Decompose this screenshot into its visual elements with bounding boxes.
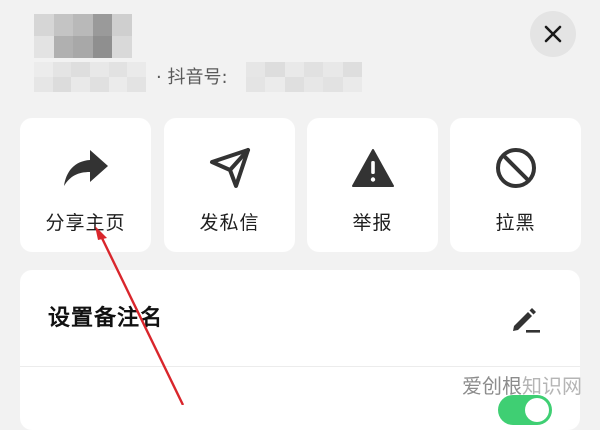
mosaic-pixel [265,77,285,92]
profile-subtitle-blurred [34,62,146,92]
mosaic-pixel [71,77,90,92]
close-icon [544,25,562,43]
set-remark-row[interactable]: 设置备注名 [20,270,580,366]
mosaic-pixel [127,77,146,92]
mosaic-pixel [52,62,72,77]
mosaic-pixel [53,14,74,36]
mosaic-pixel [34,77,53,92]
mosaic-pixel [112,36,132,58]
report-label: 举报 [352,212,393,234]
mosaic-pixel [265,62,285,77]
toggle-knob [525,398,549,422]
share-profile-button[interactable]: 分享主页 [20,118,151,252]
block-icon [495,148,536,188]
mosaic-pixel [34,14,54,36]
profile-action-sheet: · 抖音号: 分享主页 发私信 举报 拉黑 设置备注名 爱创根知识网 [0,0,600,430]
mosaic-pixel [92,36,113,58]
warning-triangle-icon [351,149,394,187]
set-remark-label: 设置备注名 [48,306,164,331]
mosaic-pixel [92,14,113,36]
mosaic-pixel [284,62,304,77]
block-button[interactable]: 拉黑 [450,118,581,252]
block-label: 拉黑 [495,212,536,234]
mosaic-pixel [323,62,343,77]
mosaic-pixel [73,14,93,36]
mosaic-pixel [342,77,362,92]
watermark-text: 知识网 [522,374,582,398]
mosaic-pixel [304,77,324,92]
share-arrow-icon [63,150,108,186]
mosaic-pixel [34,62,53,77]
watermark-strong-text: 爱创根 [462,374,522,398]
mosaic-pixel [127,62,146,77]
mosaic-pixel [89,62,109,77]
send-message-button[interactable]: 发私信 [164,118,295,252]
watermark: 爱创根知识网 [462,370,582,399]
pencil-icon[interactable] [510,304,542,334]
mosaic-pixel [112,14,132,36]
mosaic-pixel [108,62,128,77]
settings-toggle[interactable] [498,395,552,425]
mosaic-pixel [71,62,90,77]
mosaic-pixel [342,62,362,77]
mosaic-pixel [108,77,128,92]
mosaic-pixel [246,77,266,92]
close-button[interactable] [530,11,576,57]
mosaic-pixel [323,77,343,92]
douyin-id-blurred [246,62,362,92]
report-button[interactable]: 举报 [307,118,438,252]
share-profile-label: 分享主页 [45,212,126,234]
send-message-label: 发私信 [199,212,260,234]
douyin-id-label: · 抖音号: [156,67,228,88]
mosaic-pixel [34,36,54,58]
mosaic-pixel [89,77,109,92]
mosaic-pixel [246,62,266,77]
mosaic-pixel [52,77,72,92]
paper-plane-icon [209,148,250,188]
mosaic-pixel [284,77,304,92]
profile-name-blurred [34,14,132,58]
mosaic-pixel [304,62,324,77]
settings-panel: 设置备注名 [20,270,580,430]
mosaic-pixel [53,36,74,58]
mosaic-pixel [73,36,93,58]
